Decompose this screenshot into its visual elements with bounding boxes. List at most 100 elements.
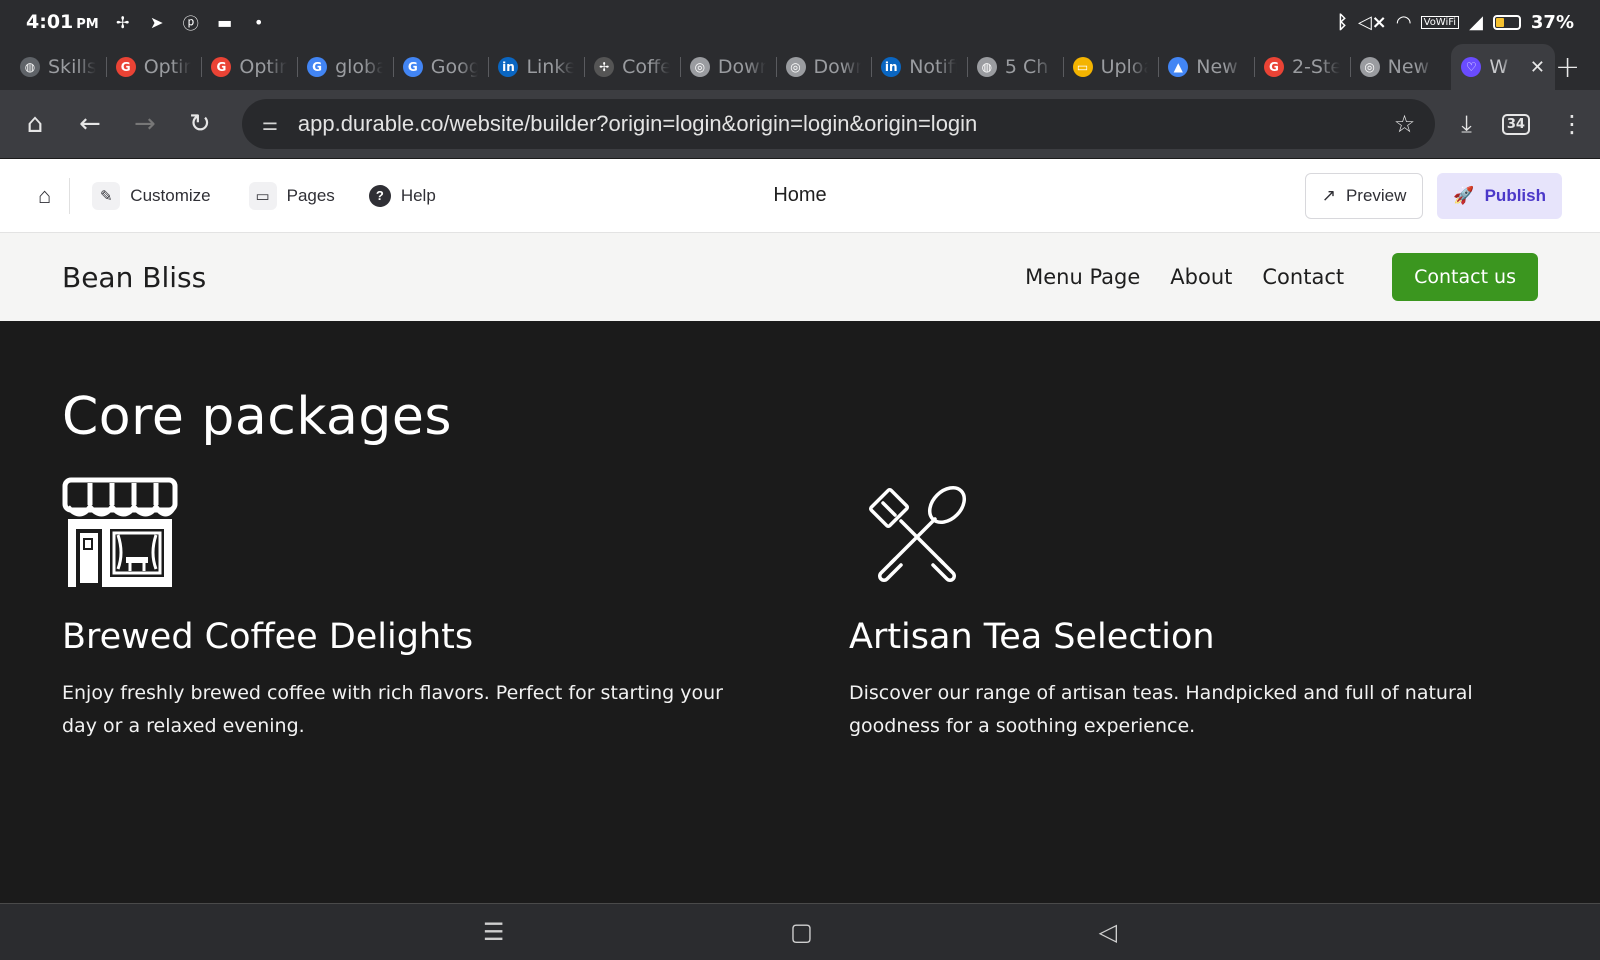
- linkedin-icon: in: [881, 57, 902, 77]
- wifi-icon: ◠: [1396, 11, 1411, 33]
- package-title: Artisan Tea Selection: [849, 617, 1215, 657]
- tab-count-button[interactable]: 34: [1501, 113, 1530, 135]
- tab-title: Download: [813, 56, 862, 78]
- durable-icon: ♡: [1461, 57, 1482, 77]
- package-card-coffee[interactable]: Brewed Coffee Delights Enjoy freshly bre…: [62, 477, 742, 743]
- browser-tab[interactable]: G Optimize: [105, 44, 202, 90]
- status-time: 4:01 PM: [26, 11, 99, 33]
- tab-title: 2-Step: [1291, 56, 1340, 78]
- tab-title: LinkedIn: [526, 56, 575, 78]
- package-description: Enjoy freshly brewed coffee with rich fl…: [62, 682, 723, 737]
- external-link-icon: ↗: [1321, 185, 1336, 205]
- nav-link-menu-page[interactable]: Menu Page: [1025, 265, 1140, 289]
- home-icon[interactable]: ⌂: [16, 104, 54, 144]
- browser-tab[interactable]: ▲ New: [1158, 44, 1254, 90]
- site-header: Bean Bliss Menu Page About Contact Conta…: [0, 233, 1600, 321]
- folder-icon: ▭: [1072, 57, 1093, 77]
- browser-tab[interactable]: in LinkedIn: [488, 44, 584, 90]
- nav-link-about[interactable]: About: [1170, 265, 1232, 289]
- recents-icon[interactable]: ☰: [483, 918, 505, 946]
- help-icon: ?: [368, 184, 391, 207]
- url-text[interactable]: app.durable.co/website/builder?origin=lo…: [298, 111, 977, 137]
- tab-title: Optimize: [239, 56, 287, 78]
- customize-button[interactable]: ✎ Customize: [92, 181, 211, 210]
- section-title[interactable]: Core packages: [62, 387, 452, 447]
- google-ads-icon: ▲: [1168, 57, 1189, 77]
- address-bar[interactable]: ⚌ app.durable.co/website/builder?origin=…: [241, 99, 1436, 149]
- package-description: Discover our range of artisan teas. Hand…: [849, 682, 1473, 737]
- tab-strip: ◍SkillsGOptimizeGOptimizeGglobalGGooglei…: [0, 44, 1600, 90]
- browser-tab[interactable]: Gglobal: [297, 44, 393, 90]
- browser-tab[interactable]: G Google: [392, 44, 489, 90]
- tab-title: New: [1387, 56, 1430, 78]
- browser-tab[interactable]: in Notifications: [871, 44, 967, 90]
- browser-tab[interactable]: ◍ Skills: [10, 44, 106, 90]
- package-card-tea[interactable]: Artisan Tea Selection Discover our range…: [849, 477, 1529, 743]
- pages-label: Pages: [286, 185, 335, 205]
- browser-tab[interactable]: ✢ Coffee: [584, 44, 680, 90]
- chrome-icon: ◎: [689, 57, 710, 77]
- close-tab-icon[interactable]: ✕: [1530, 57, 1545, 78]
- back-button-icon[interactable]: ◁: [1099, 918, 1117, 946]
- signal-icon: ◢: [1469, 11, 1483, 33]
- globe-icon: ◍: [976, 57, 997, 77]
- package-title: Brewed Coffee Delights: [62, 617, 474, 657]
- pinterest-icon: ⓟ: [182, 14, 199, 33]
- battery-level: 37%: [1530, 11, 1574, 33]
- contact-us-button[interactable]: Contact us: [1392, 253, 1538, 301]
- browser-tab[interactable]: ▭ Upload: [1062, 44, 1159, 90]
- mute-icon: ◁×: [1357, 11, 1387, 33]
- globe-icon: ◍: [20, 57, 40, 77]
- publish-button[interactable]: 🚀 Publish: [1437, 172, 1562, 219]
- pages-button[interactable]: ▭ Pages: [248, 181, 335, 210]
- home-button-icon[interactable]: ▢: [790, 918, 813, 946]
- menu-dots-icon[interactable]: ⋮: [1560, 110, 1584, 138]
- core-packages-section: Core packages Brewed Coffee Delights Enj…: [0, 321, 1600, 903]
- tab-title: W: [1489, 56, 1509, 78]
- bluetooth-icon: ᛒ: [1337, 11, 1348, 33]
- forward-icon[interactable]: →: [126, 104, 164, 144]
- google-icon: G: [1263, 57, 1284, 77]
- new-tab-button[interactable]: +: [1555, 50, 1580, 85]
- preview-button[interactable]: ↗ Preview: [1304, 172, 1424, 219]
- reload-icon[interactable]: ↻: [181, 104, 219, 144]
- browser-tab[interactable]: ♡ W ✕: [1451, 44, 1555, 90]
- browser-tab[interactable]: ◎ Download: [775, 44, 872, 90]
- browser-toolbar: ⌂ ← → ↻ ⚌ app.durable.co/website/builder…: [0, 90, 1600, 158]
- browser-tab[interactable]: G 2-Step: [1253, 44, 1350, 90]
- builder-bar: ⌂ ✎ Customize ▭ Pages ? Help Home ↗ Prev…: [0, 159, 1600, 233]
- bookmark-star-icon[interactable]: ☆: [1394, 110, 1416, 138]
- back-icon[interactable]: ←: [71, 104, 109, 144]
- preview-label: Preview: [1345, 185, 1407, 205]
- browser-tab[interactable]: ◎ Download: [679, 44, 776, 90]
- fan-icon: ✢: [116, 12, 130, 32]
- coffee-icon: ✢: [594, 57, 615, 77]
- publish-label: Publish: [1484, 185, 1546, 205]
- builder-home-icon[interactable]: ⌂: [38, 177, 71, 214]
- news-icon: ▬: [217, 12, 233, 32]
- tab-title: New: [1196, 56, 1238, 78]
- chrome-icon: ◎: [785, 57, 806, 77]
- google-icon: G: [115, 57, 136, 77]
- tab-title: 5 Ch: [1004, 56, 1049, 78]
- download-icon[interactable]: ⤓: [1461, 110, 1472, 138]
- site-brand[interactable]: Bean Bliss: [62, 261, 206, 294]
- site-settings-icon[interactable]: ⚌: [262, 114, 298, 135]
- tab-title: Skills: [48, 56, 96, 78]
- status-bar: 4:01 PM ✢ ➤ ⓟ ▬ • ᛒ ◁× ◠ VoWiFi ◢ 37%: [0, 0, 1600, 44]
- google-icon: G: [307, 57, 328, 77]
- help-label: Help: [400, 185, 436, 205]
- battery-icon: [1492, 14, 1521, 30]
- nav-link-contact[interactable]: Contact: [1262, 265, 1344, 289]
- more-notifications-icon: •: [254, 12, 264, 32]
- site-nav: Menu Page About Contact: [1025, 265, 1344, 289]
- browser-tab[interactable]: ◎ New: [1349, 44, 1446, 90]
- linkedin-icon: in: [498, 57, 519, 77]
- browser-tab[interactable]: ◍ 5 Ch: [966, 44, 1063, 90]
- tab-title: Notifications: [909, 56, 957, 78]
- tab-title: Optimize: [143, 56, 192, 78]
- browser-tab[interactable]: G Optimize: [201, 44, 297, 90]
- chrome-icon: ◎: [1359, 57, 1380, 77]
- help-button[interactable]: ? Help: [368, 184, 436, 207]
- google-icon: G: [211, 57, 232, 77]
